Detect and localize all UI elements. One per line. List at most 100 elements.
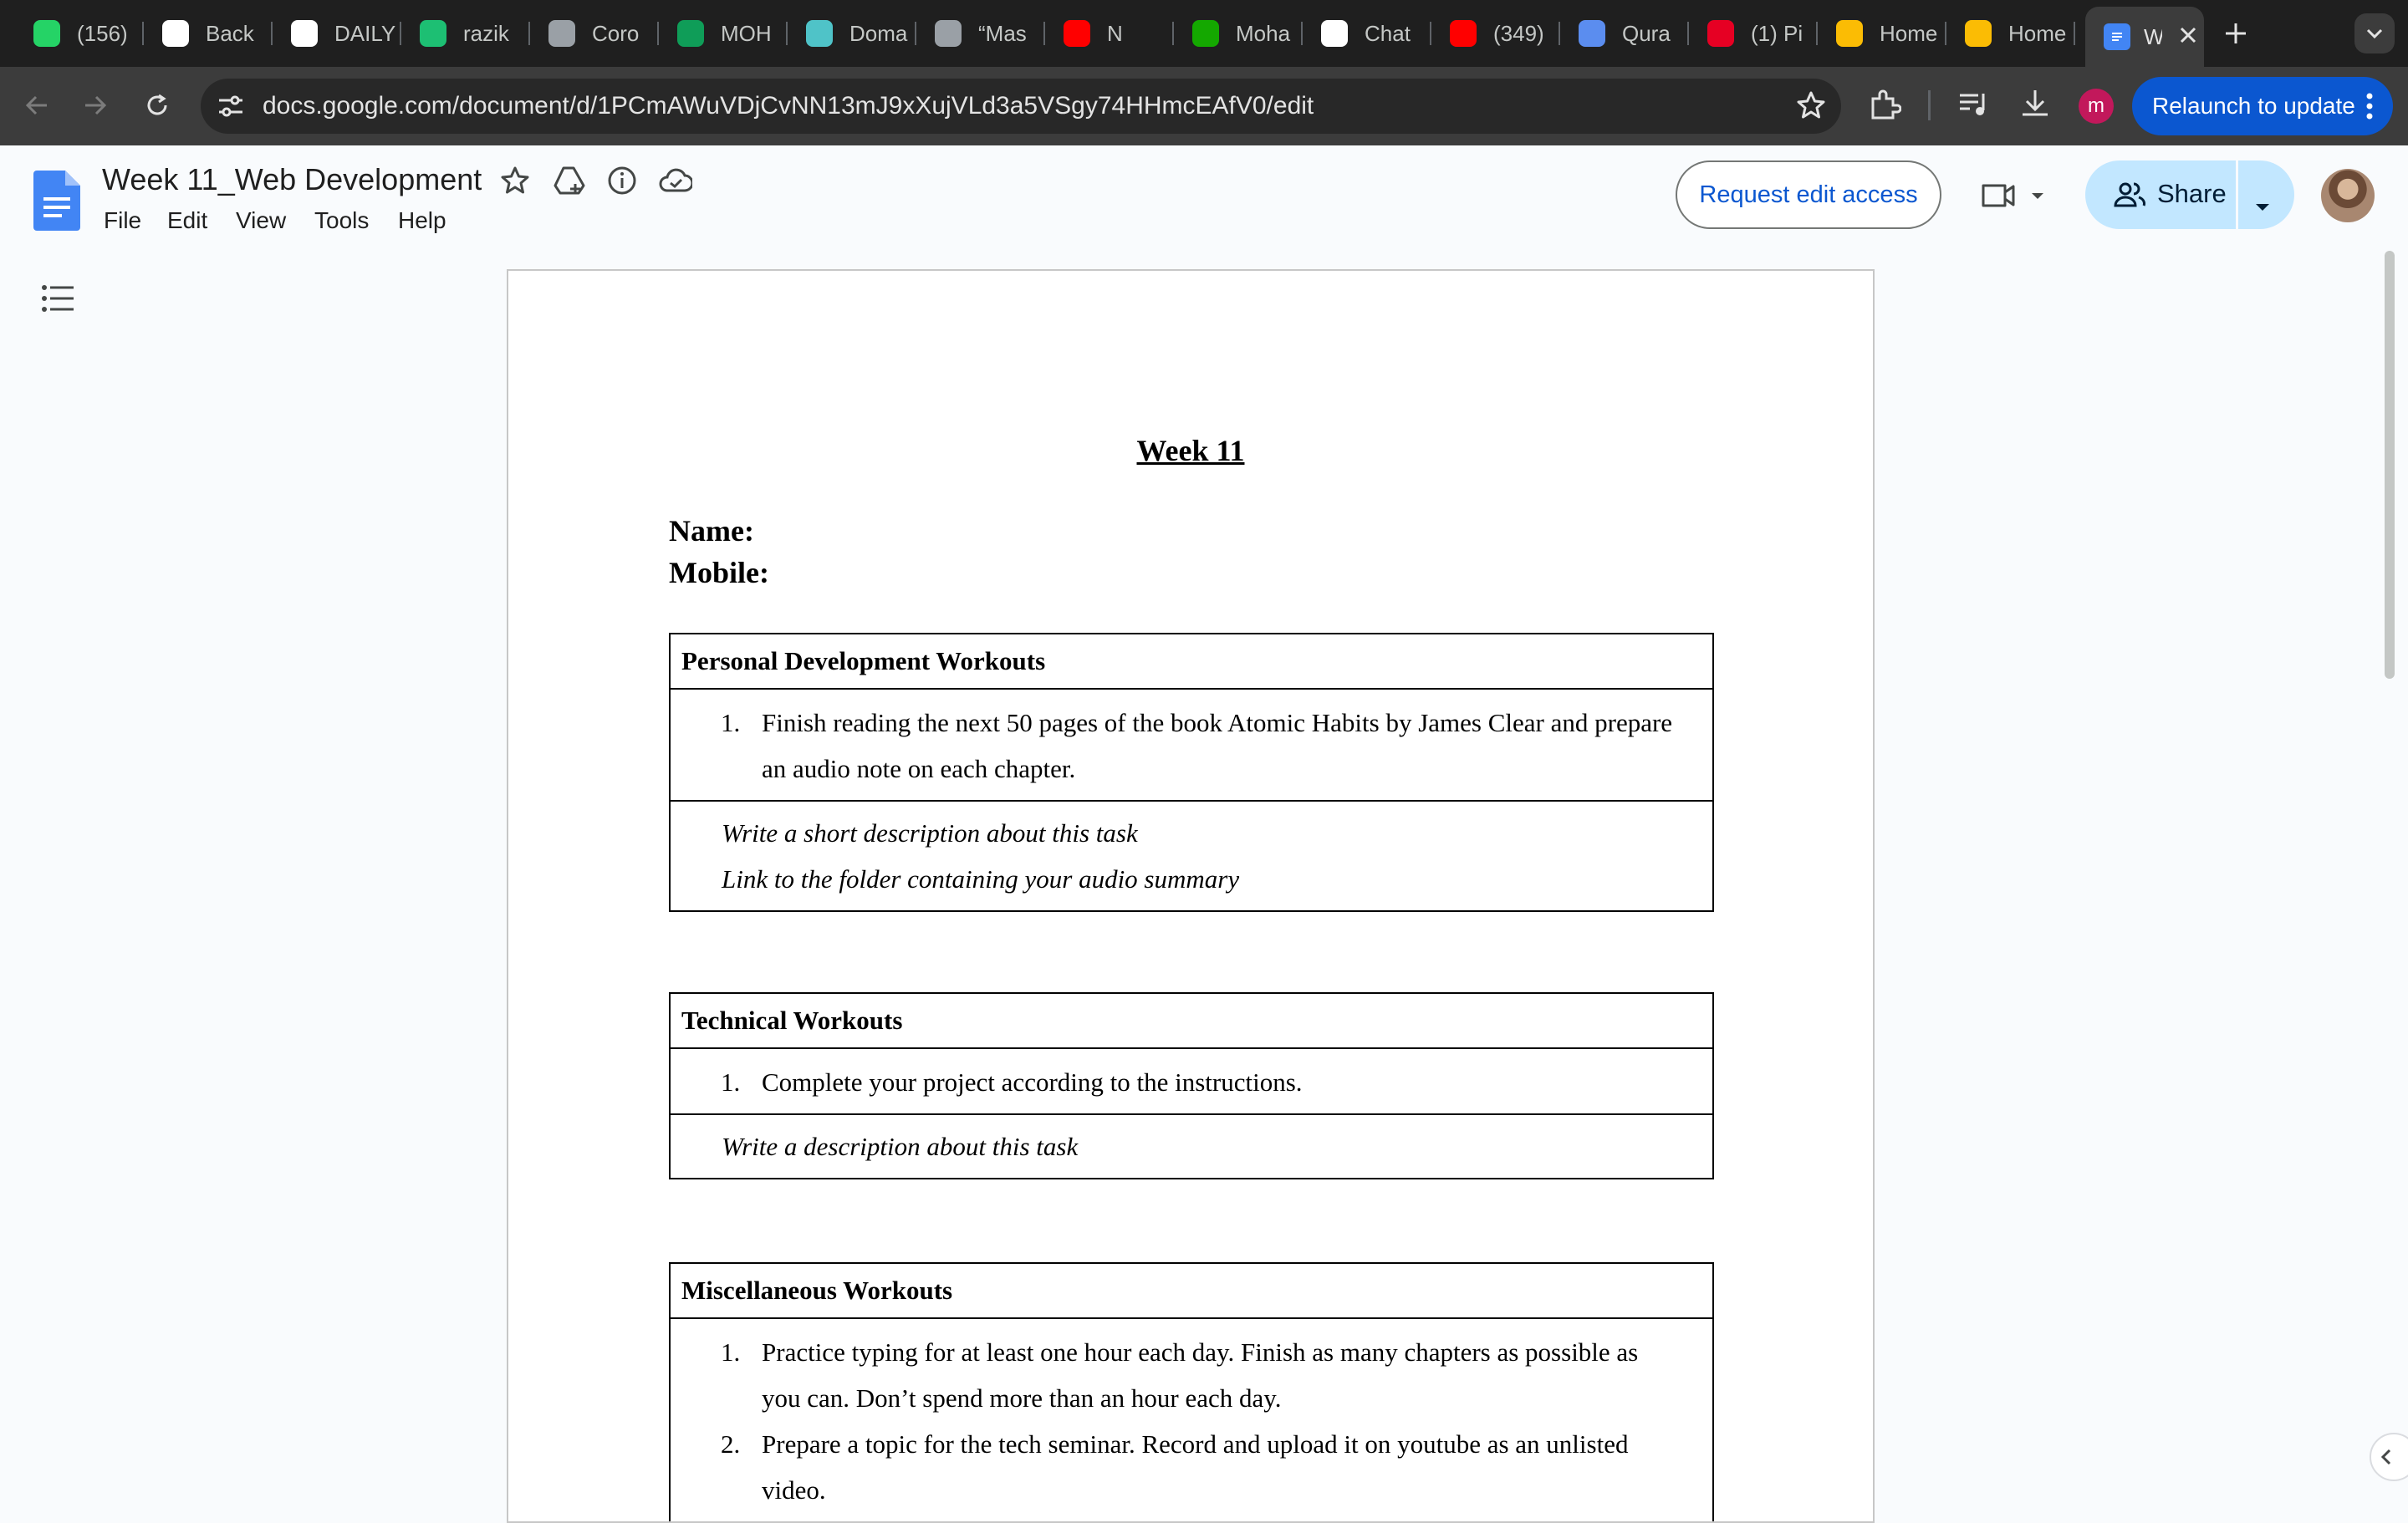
chatgpt-icon [1321,20,1348,47]
note-text: Write a short description about this tas… [722,818,1138,848]
tab-title: Doma [849,20,908,46]
miscellaneous-workouts-table: Miscellaneous Workouts 1. Practice typing … [669,1262,1714,1521]
scrollbar-thumb[interactable] [2385,251,2395,679]
docs-logo-icon[interactable] [33,171,80,235]
tab-separator [657,22,659,45]
task-list: 1. Complete your project according to the… [671,1049,1712,1115]
star-icon[interactable] [500,166,530,200]
media-controls-icon[interactable] [1958,90,1992,125]
tab-active[interactable]: W [2085,7,2204,67]
tab-search-button[interactable] [2354,13,2395,53]
user-avatar[interactable] [2321,169,2375,222]
browser-tab-strip: (156) Back DAILY razik Coro MOH Doma “Mas N Moha C… [0,0,2408,67]
tab-5[interactable]: MOH [661,8,788,59]
downloads-icon[interactable] [2018,87,2052,125]
side-panel-toggle[interactable] [2370,1433,2408,1481]
tab-14[interactable]: Home [1819,8,1946,59]
tab-separator [2074,22,2075,45]
meet-button[interactable] [1980,179,2052,212]
reload-button[interactable] [140,89,174,122]
task-text: Prepare a topic for the tech seminar. Re… [762,1429,1629,1505]
youtube-icon [1450,20,1477,47]
document-page[interactable]: Week 11 Name: Mobile: Personal Developme… [507,269,1875,1523]
list-number: 2. [721,1429,741,1459]
mobile-label: Mobile: [669,556,769,589]
tab-13[interactable]: (1) Pi [1691,8,1818,59]
chevron-left-icon [2380,1449,2391,1465]
bookmark-star-icon[interactable] [1796,90,1826,125]
forward-button[interactable] [79,89,112,122]
document-outline-icon[interactable] [42,284,75,317]
upwork-icon [1192,20,1219,47]
extensions-icon[interactable] [1868,89,1902,126]
share-button[interactable]: Share [2085,160,2294,229]
tab-title: MOH [721,20,772,46]
task-text: Complete your project according to the i… [762,1067,1303,1097]
tab-8[interactable]: N [1047,8,1174,59]
tab-separator [400,22,401,45]
site-info-icon[interactable] [217,94,244,123]
chevron-down-icon [2366,28,2383,39]
more-vert-icon[interactable] [2366,91,2373,127]
tab-1[interactable]: Back [145,8,273,59]
tab-15[interactable]: Home [1948,8,2075,59]
url-text[interactable]: docs.google.com/document/d/1PCmAWuVDjCvN… [263,92,1314,120]
list-item: 2. Prepare a topic for the tech seminar. … [671,1421,1712,1513]
quran-icon [1579,20,1605,47]
menu-file[interactable]: File [104,207,141,234]
tab-0[interactable]: (156) [17,8,144,59]
address-bar[interactable]: docs.google.com/document/d/1PCmAWuVDjCvN… [201,79,1841,134]
relaunch-button[interactable]: Relaunch to update [2132,77,2393,135]
tab-separator [915,22,916,45]
notion-icon [291,20,318,47]
cloud-saved-icon[interactable] [659,167,694,198]
tab-separator [1945,22,1946,45]
tab-7[interactable]: “Mas [918,8,1045,59]
task-text: Finish reading the next 50 pages of the … [762,708,1673,783]
tab-title: razik [463,20,509,46]
profile-avatar[interactable]: m [2079,89,2114,124]
tab-12[interactable]: Qura [1562,8,1689,59]
request-edit-access-button[interactable]: Request edit access [1676,160,1941,229]
toolbar-divider [1928,90,1931,120]
menu-tools[interactable]: Tools [314,207,369,234]
tab-11[interactable]: (349) [1433,8,1560,59]
docs-header: Week 11_Web Development File Edit View Tool… [0,145,2408,254]
tab-title: Moha [1236,20,1291,46]
tab-6[interactable]: Doma [789,8,916,59]
profile-initial: m [2088,94,2104,117]
tab-3[interactable]: razik [403,8,530,59]
tab-title: Home [2008,20,2067,46]
notes-cell: Write a short description about this tas… [671,802,1712,910]
name-label: Name: [669,514,754,548]
tab-2[interactable]: DAILY [274,8,401,59]
back-button[interactable] [20,89,54,122]
tab-title: (156) [77,20,128,46]
new-tab-button[interactable] [2221,18,2251,48]
tab-separator [1559,22,1560,45]
plus-icon [2226,23,2246,43]
menu-view[interactable]: View [236,207,286,234]
tab-4[interactable]: Coro [532,8,659,59]
info-icon[interactable] [607,166,637,200]
close-tab-icon[interactable] [2179,24,2197,50]
tab-9[interactable]: Moha [1176,8,1303,59]
move-to-drive-icon[interactable] [554,166,585,200]
tab-title: Home [1880,20,1938,46]
tab-separator [1301,22,1303,45]
docs-icon [2104,23,2130,50]
wordpress-icon [935,20,962,47]
menu-edit[interactable]: Edit [167,207,207,234]
arrow-right-icon [85,95,107,115]
whatsapp-icon [33,20,60,47]
list-item: 1. Finish reading the next 50 pages of th… [671,700,1712,792]
tab-title: (349) [1493,20,1544,46]
menu-help[interactable]: Help [398,207,446,234]
list-number: 1. [721,1337,741,1367]
task-text: Practice typing for at least one hour ea… [762,1337,1639,1413]
document-title[interactable]: Week 11_Web Development [102,162,482,197]
share-dropdown-icon[interactable] [2254,189,2271,219]
share-divider [2236,160,2238,229]
task-list: 1. Finish reading the next 50 pages of th… [671,690,1712,802]
tab-10[interactable]: Chat [1304,8,1431,59]
